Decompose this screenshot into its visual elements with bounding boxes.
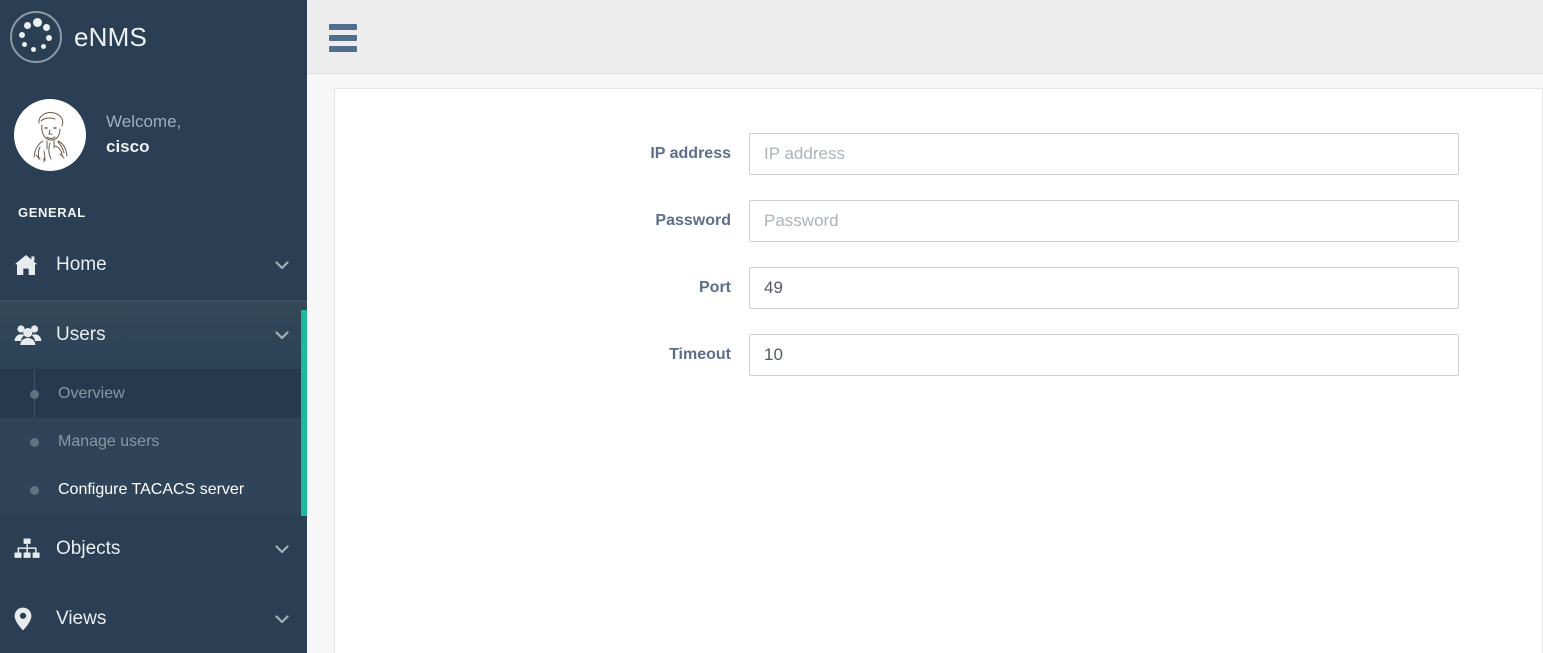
sidebar-subitem-overview[interactable]: Overview [0, 370, 307, 418]
form-row-password: Password [335, 200, 1542, 242]
form-row-ip-address: IP address [335, 133, 1542, 175]
tacacs-settings-card: IP address Password Port Timeout [334, 88, 1543, 653]
tacacs-server-form: IP address Password Port Timeout [335, 89, 1542, 376]
chevron-down-icon [273, 540, 291, 558]
form-row-port: Port [335, 267, 1542, 309]
nav-section-title: GENERAL [18, 205, 86, 220]
sidebar-submenu-users: Overview Manage users Configure TACACS s… [0, 370, 307, 514]
map-marker-icon [14, 607, 48, 631]
sidebar-subitem-manage-users[interactable]: Manage users [0, 418, 307, 466]
svg-text:p: p [43, 157, 46, 163]
sidebar-item-users[interactable]: Users [0, 300, 307, 370]
chevron-down-icon [273, 610, 291, 628]
main-content: IP address Password Port Timeout [307, 75, 1543, 653]
chevron-down-icon [273, 326, 291, 344]
home-icon [14, 254, 48, 276]
sitemap-icon [14, 538, 48, 560]
brand[interactable]: eNMS [0, 0, 307, 74]
sidebar-item-label: Home [56, 254, 107, 275]
avatar[interactable]: p [14, 99, 86, 171]
brand-name: eNMS [74, 21, 148, 52]
ip-address-input[interactable] [749, 133, 1459, 175]
app-root: eNMS p Welcome, cisco GENERAL Home Users… [0, 0, 1543, 653]
profile: p Welcome, cisco [0, 74, 307, 197]
hamburger-bar [329, 35, 357, 41]
sidebar-subitem-label: Overview [58, 385, 125, 402]
spinner-dots-icon [10, 11, 62, 63]
form-row-timeout: Timeout [335, 334, 1542, 376]
username-label: cisco [106, 137, 150, 156]
password-label: Password [655, 212, 731, 229]
hamburger-menu-icon[interactable] [327, 22, 359, 54]
sidebar: eNMS p Welcome, cisco GENERAL Home Users… [0, 0, 307, 653]
sidebar-subitem-configure-tacacs-server[interactable]: Configure TACACS server [0, 466, 307, 514]
welcome-label: Welcome, [106, 112, 182, 132]
users-icon [14, 324, 48, 346]
hamburger-bar [329, 24, 357, 30]
profile-text: Welcome, cisco [106, 110, 181, 159]
chevron-down-icon [273, 256, 291, 274]
sidebar-subitem-label: Configure TACACS server [58, 481, 245, 498]
ip-address-label: IP address [650, 145, 731, 162]
sidebar-item-label: Users [56, 324, 106, 345]
password-input[interactable] [749, 200, 1459, 242]
port-input[interactable] [749, 267, 1459, 309]
sidebar-item-objects[interactable]: Objects [0, 514, 307, 584]
sidebar-item-views[interactable]: Views [0, 584, 307, 653]
sidebar-item-label: Views [56, 608, 107, 629]
port-label: Port [699, 279, 731, 296]
hamburger-bar [329, 46, 357, 52]
timeout-label: Timeout [669, 346, 731, 363]
timeout-input[interactable] [749, 334, 1459, 376]
sidebar-subitem-label: Manage users [58, 433, 160, 450]
topbar [307, 0, 1543, 74]
sidebar-item-label: Objects [56, 538, 121, 559]
sidebar-item-home[interactable]: Home [0, 230, 307, 300]
